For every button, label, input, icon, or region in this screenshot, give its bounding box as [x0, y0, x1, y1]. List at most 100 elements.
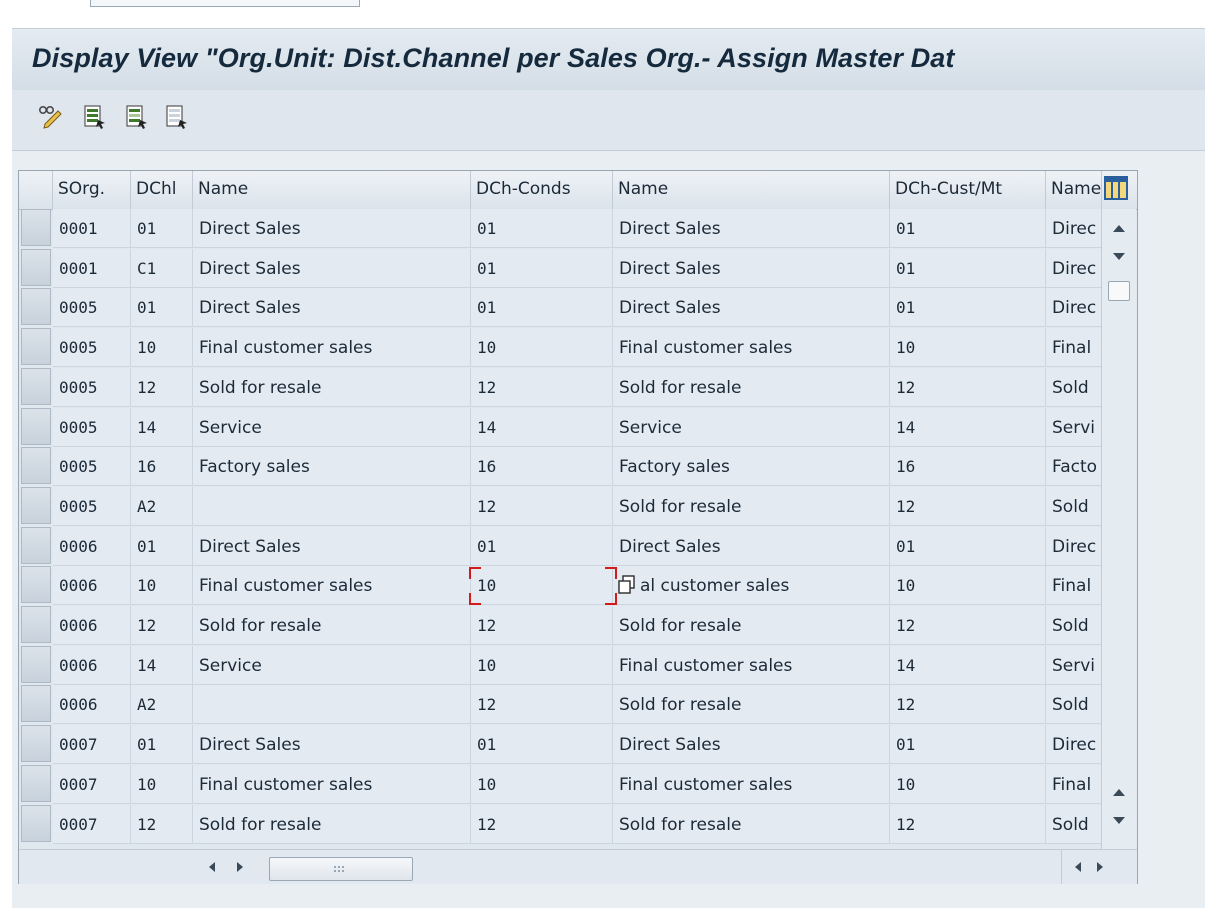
cell-name-cust[interactable]: Sold [1046, 486, 1102, 526]
cell-dch-conds[interactable]: 12 [471, 367, 613, 407]
cell-dch-conds[interactable]: 10 [471, 764, 613, 804]
cell-sorg[interactable]: 0007 [53, 725, 131, 765]
cell-dch-conds[interactable]: 10 [471, 645, 613, 685]
row-selector-button[interactable] [21, 566, 51, 604]
cell-name[interactable]: Direct Sales [193, 526, 471, 566]
cell-name-cust[interactable]: Direc [1046, 209, 1102, 248]
cell-dch-cust-mt[interactable]: 01 [890, 526, 1046, 566]
cell-dch-conds[interactable]: 01 [471, 248, 613, 288]
select-all-button[interactable] [80, 102, 108, 130]
cell-dch-cust-mt[interactable]: 16 [890, 447, 1046, 487]
select-all-rows-corner[interactable] [19, 171, 53, 209]
cell-dchl[interactable]: 14 [131, 645, 193, 685]
cell-name-cust[interactable]: Servi [1046, 645, 1102, 685]
cell-name[interactable]: Service [193, 645, 471, 685]
cell-name-cust[interactable]: Sold [1046, 367, 1102, 407]
cell-name-conds[interactable]: Direct Sales [613, 209, 890, 248]
horizontal-scroll-thumb[interactable] [269, 857, 413, 881]
cell-name-cust[interactable]: Direc [1046, 248, 1102, 288]
cell-dchl[interactable]: 12 [131, 804, 193, 844]
row-selector-button[interactable] [21, 685, 51, 723]
cell-dch-cust-mt[interactable]: 12 [890, 367, 1046, 407]
cell-dch-cust-mt[interactable]: 12 [890, 804, 1046, 844]
cell-dch-cust-mt[interactable]: 01 [890, 288, 1046, 328]
cell-dchl[interactable]: 14 [131, 407, 193, 447]
cell-dch-conds[interactable]: 14 [471, 407, 613, 447]
copy-icon[interactable] [617, 574, 637, 596]
cell-dchl[interactable]: 10 [131, 328, 193, 368]
cell-sorg[interactable]: 0005 [53, 328, 131, 368]
cell-sorg[interactable]: 0007 [53, 804, 131, 844]
scroll-page-down-button[interactable] [1102, 807, 1136, 835]
row-selector-button[interactable] [21, 804, 51, 842]
cell-dchl[interactable]: 12 [131, 606, 193, 645]
row-selector-button[interactable] [21, 248, 51, 286]
cell-dchl[interactable]: C1 [131, 248, 193, 288]
cell-name-conds[interactable]: Final customer sales [613, 328, 890, 368]
cell-name-cust[interactable]: Final [1046, 566, 1102, 606]
cell-name[interactable]: Sold for resale [193, 804, 471, 844]
cell-name-conds[interactable]: Direct Sales [613, 288, 890, 328]
cell-dch-conds[interactable]: 10 [471, 566, 613, 606]
cell-sorg[interactable]: 0007 [53, 764, 131, 804]
cell-name[interactable] [193, 486, 471, 526]
cell-dchl[interactable]: A2 [131, 685, 193, 725]
scroll-page-up-button[interactable] [1102, 779, 1136, 807]
scroll-down-button[interactable] [1102, 243, 1136, 271]
cell-sorg[interactable]: 0006 [53, 566, 131, 606]
cell-name-conds[interactable]: Direct Sales [613, 725, 890, 765]
column-header-dchl[interactable]: DChl [131, 171, 193, 209]
cell-dchl[interactable]: 10 [131, 566, 193, 606]
cell-name-cust[interactable]: Final [1046, 764, 1102, 804]
column-header-sorg[interactable]: SOrg. [53, 171, 131, 209]
cell-sorg[interactable]: 0006 [53, 645, 131, 685]
cell-dch-cust-mt[interactable]: 10 [890, 328, 1046, 368]
cell-name-conds[interactable]: Service [613, 407, 890, 447]
scroll-left-button[interactable] [205, 858, 219, 876]
cell-name-cust[interactable]: Sold [1046, 804, 1102, 844]
cell-sorg[interactable]: 0005 [53, 447, 131, 487]
cell-name[interactable]: Factory sales [193, 447, 471, 487]
cell-dch-cust-mt[interactable]: 14 [890, 407, 1046, 447]
cell-dch-cust-mt[interactable]: 01 [890, 209, 1046, 248]
cell-name[interactable]: Sold for resale [193, 606, 471, 645]
row-selector-button[interactable] [21, 447, 51, 485]
cell-dch-conds[interactable]: 12 [471, 804, 613, 844]
cell-name[interactable]: Sold for resale [193, 367, 471, 407]
cell-name-conds[interactable]: Sold for resale [613, 367, 890, 407]
cell-name-conds[interactable]: Sold for resale [613, 804, 890, 844]
cell-dchl[interactable]: 01 [131, 288, 193, 328]
cell-name-cust[interactable]: Sold [1046, 606, 1102, 645]
vertical-scrollbar[interactable] [1101, 209, 1136, 849]
cell-dchl[interactable]: 01 [131, 526, 193, 566]
cell-dch-conds[interactable]: 01 [471, 725, 613, 765]
cell-dch-conds[interactable]: 01 [471, 526, 613, 566]
row-selector-button[interactable] [21, 328, 51, 366]
cell-name[interactable]: Direct Sales [193, 288, 471, 328]
cell-dchl[interactable]: A2 [131, 486, 193, 526]
cell-dch-cust-mt[interactable]: 10 [890, 764, 1046, 804]
cell-name-conds[interactable]: Sold for resale [613, 486, 890, 526]
cell-dch-conds[interactable]: 10 [471, 328, 613, 368]
column-header-name[interactable]: Name [193, 171, 471, 209]
cell-dch-conds[interactable]: 12 [471, 486, 613, 526]
cell-dchl[interactable]: 01 [131, 725, 193, 765]
cell-name-conds[interactable]: Direct Sales [613, 248, 890, 288]
cell-sorg[interactable]: 0005 [53, 367, 131, 407]
cell-dch-cust-mt[interactable]: 12 [890, 486, 1046, 526]
cell-dch-cust-mt[interactable]: 12 [890, 685, 1046, 725]
cell-name-conds[interactable]: Factory sales [613, 447, 890, 487]
cell-dch-cust-mt[interactable]: 01 [890, 248, 1046, 288]
cell-sorg[interactable]: 0005 [53, 407, 131, 447]
column-header-name-cust[interactable]: Name [1046, 171, 1102, 209]
cell-sorg[interactable]: 0006 [53, 526, 131, 566]
cell-dch-conds[interactable]: 12 [471, 685, 613, 725]
cell-name[interactable]: Direct Sales [193, 248, 471, 288]
cell-name-cust[interactable]: Facto [1046, 447, 1102, 487]
cell-name[interactable]: Final customer sales [193, 328, 471, 368]
cell-name-cust[interactable]: Direc [1046, 725, 1102, 765]
row-selector-button[interactable] [21, 526, 51, 564]
cell-dchl[interactable]: 16 [131, 447, 193, 487]
row-selector-button[interactable] [21, 288, 51, 326]
column-header-dch-cust-mt[interactable]: DCh-Cust/Mt [890, 171, 1046, 209]
